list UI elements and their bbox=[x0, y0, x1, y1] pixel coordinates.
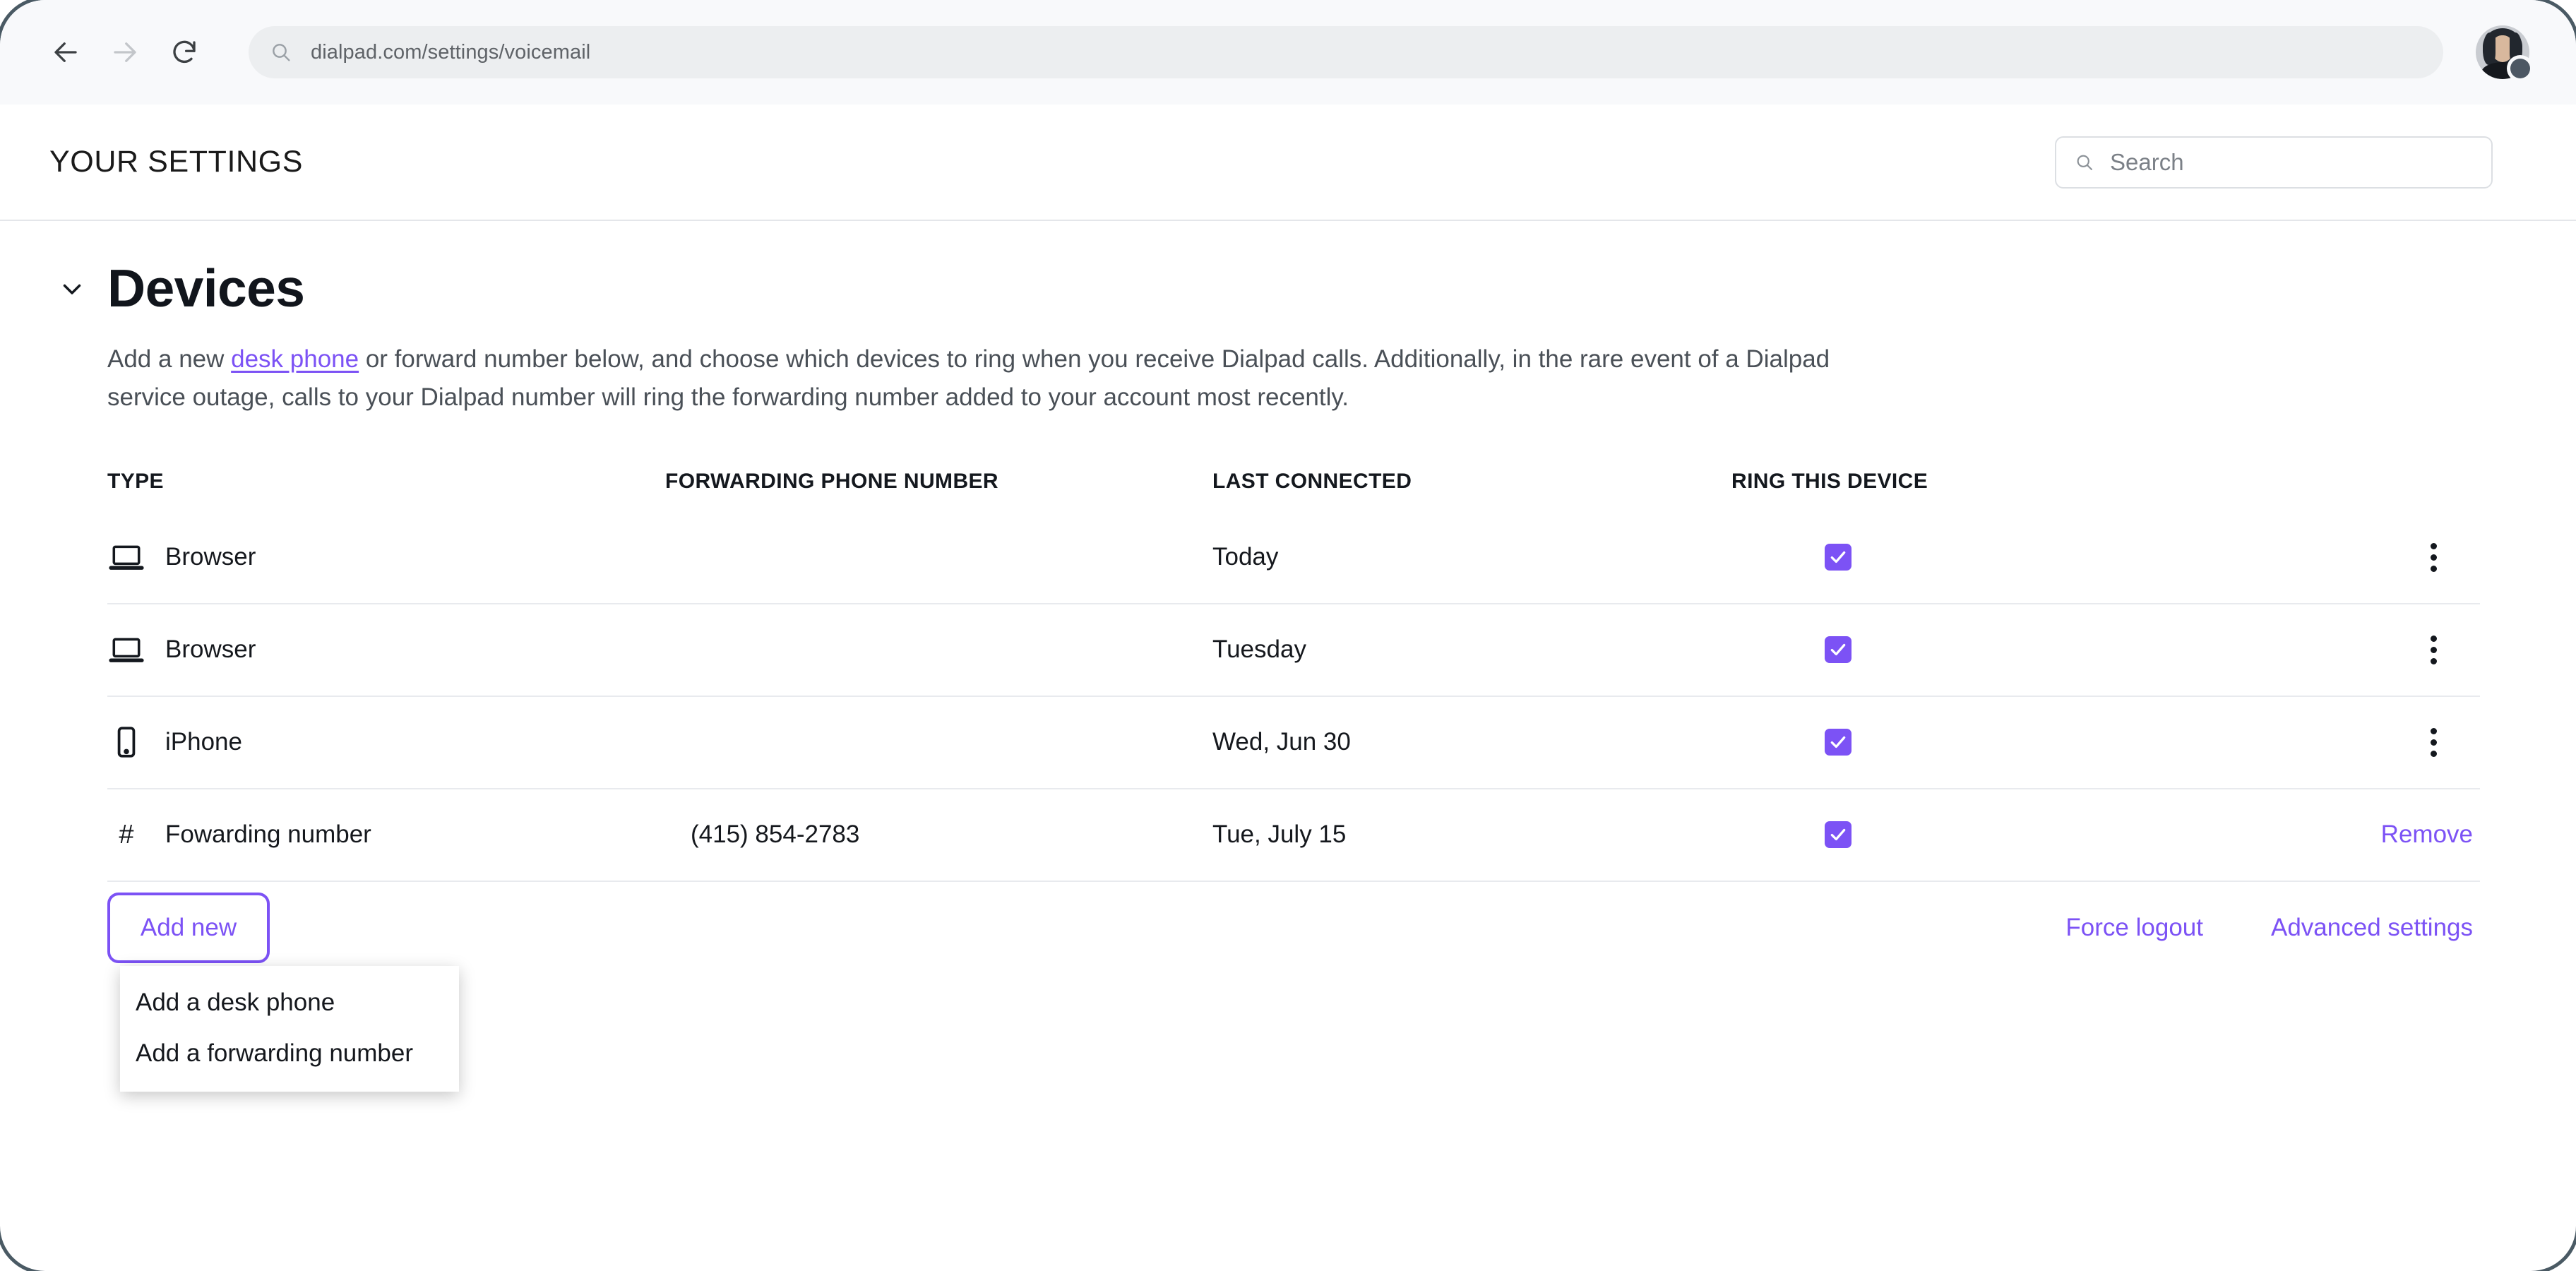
menu-item-add-desk-phone[interactable]: Add a desk phone bbox=[120, 977, 459, 1028]
devices-table: TYPE FORWARDING PHONE NUMBER LAST CONNEC… bbox=[107, 451, 2480, 882]
add-new-button[interactable]: Add new bbox=[107, 892, 270, 963]
cell-actions bbox=[2268, 722, 2480, 762]
browser-window: dialpad.com/settings/voicemail YOUR SETT… bbox=[0, 0, 2576, 1271]
row-menu-icon[interactable] bbox=[2414, 630, 2453, 669]
desk-phone-link[interactable]: desk phone bbox=[231, 345, 359, 373]
cell-ring-this-device bbox=[1731, 729, 2268, 756]
reload-icon bbox=[169, 37, 199, 67]
cell-ring-this-device bbox=[1731, 544, 2268, 571]
search-input[interactable]: Search bbox=[2055, 136, 2493, 189]
cell-ring-this-device bbox=[1731, 821, 2268, 848]
cell-actions: Remove bbox=[2268, 821, 2480, 849]
advanced-settings-link[interactable]: Advanced settings bbox=[2271, 914, 2473, 942]
arrow-right-icon bbox=[110, 37, 140, 67]
cell-last-connected: Tuesday bbox=[1212, 636, 1731, 664]
column-header-ring-this-device: RING THIS DEVICE bbox=[1731, 469, 1928, 493]
section-title: Devices bbox=[107, 258, 305, 318]
ring-device-checkbox[interactable] bbox=[1825, 636, 1852, 663]
cell-forwarding-number bbox=[665, 636, 1212, 664]
cell-last-connected: Tue, July 15 bbox=[1212, 821, 1731, 849]
url-bar[interactable]: dialpad.com/settings/voicemail bbox=[249, 26, 2443, 78]
device-type-label: Fowarding number bbox=[165, 821, 371, 848]
cell-type: Browser bbox=[107, 631, 665, 669]
remove-button[interactable]: Remove bbox=[2381, 821, 2473, 849]
laptop-icon bbox=[107, 538, 145, 576]
cell-forwarding-number: (415) 854-2783 bbox=[665, 821, 1212, 849]
url-text: dialpad.com/settings/voicemail bbox=[311, 40, 591, 64]
reload-button[interactable] bbox=[164, 32, 205, 73]
row-menu-icon[interactable] bbox=[2414, 722, 2453, 762]
ring-device-checkbox[interactable] bbox=[1825, 821, 1852, 848]
cell-type: Browser bbox=[107, 538, 665, 576]
forwarding-number-value bbox=[665, 636, 691, 663]
column-header-type: TYPE bbox=[107, 469, 164, 493]
laptop-icon bbox=[107, 631, 145, 669]
cell-last-connected: Wed, Jun 30 bbox=[1212, 728, 1731, 756]
cell-forwarding-number bbox=[665, 728, 1212, 756]
table-row: # Fowarding number (415) 854-2783 Tue, J… bbox=[107, 789, 2480, 882]
chevron-down-icon[interactable] bbox=[56, 273, 88, 304]
forwarding-number-value bbox=[665, 543, 691, 571]
hash-icon: # bbox=[119, 819, 134, 849]
cell-last-connected: Today bbox=[1212, 543, 1731, 571]
last-connected-value: Tue, July 15 bbox=[1212, 821, 1347, 848]
table-row: iPhone Wed, Jun 30 bbox=[107, 697, 2480, 789]
add-new-wrapper: Add new Add a desk phone Add a forwardin… bbox=[107, 892, 459, 1092]
devices-section-header: Devices bbox=[49, 262, 2493, 315]
cell-ring-this-device bbox=[1731, 636, 2268, 663]
force-logout-link[interactable]: Force logout bbox=[2065, 914, 2203, 942]
browser-nav-buttons bbox=[45, 32, 205, 73]
cell-type: iPhone bbox=[107, 723, 665, 761]
page-title: YOUR SETTINGS bbox=[49, 145, 304, 179]
forward-button[interactable] bbox=[105, 32, 145, 73]
browser-toolbar: dialpad.com/settings/voicemail bbox=[0, 0, 2576, 105]
last-connected-value: Wed, Jun 30 bbox=[1212, 728, 1351, 756]
ring-device-checkbox[interactable] bbox=[1825, 729, 1852, 756]
device-type-label: Browser bbox=[165, 543, 256, 571]
table-row: Browser Today bbox=[107, 512, 2480, 604]
table-footer-actions: Add new Add a desk phone Add a forwardin… bbox=[107, 882, 2480, 1092]
mobile-phone-icon bbox=[107, 723, 145, 761]
table-row: Browser Tuesday bbox=[107, 604, 2480, 697]
table-header-row: TYPE FORWARDING PHONE NUMBER LAST CONNEC… bbox=[107, 451, 2480, 512]
forwarding-number-value bbox=[665, 728, 691, 756]
device-type-label: iPhone bbox=[165, 728, 242, 756]
section-description: Add a new desk phone or forward number b… bbox=[107, 340, 1887, 417]
search-icon bbox=[270, 41, 292, 64]
cell-type: # Fowarding number bbox=[107, 820, 665, 850]
description-text-1: Add a new bbox=[107, 345, 232, 373]
cell-forwarding-number bbox=[665, 543, 1212, 571]
description-text-2: or forward number below, and choose whic… bbox=[107, 345, 1830, 412]
device-type-label: Browser bbox=[165, 636, 256, 663]
app-header: YOUR SETTINGS Search bbox=[0, 105, 2576, 221]
row-menu-icon[interactable] bbox=[2414, 537, 2453, 577]
status-badge bbox=[2507, 55, 2534, 82]
main-content: Devices Add a new desk phone or forward … bbox=[0, 221, 2576, 1092]
avatar[interactable] bbox=[2476, 25, 2534, 82]
search-icon bbox=[2075, 153, 2094, 172]
cell-actions bbox=[2268, 537, 2480, 577]
forwarding-number-value: (415) 854-2783 bbox=[691, 821, 860, 848]
arrow-left-icon bbox=[51, 37, 80, 67]
search-placeholder: Search bbox=[2110, 148, 2184, 175]
menu-item-add-forwarding-number[interactable]: Add a forwarding number bbox=[120, 1028, 459, 1079]
cell-actions bbox=[2268, 630, 2480, 669]
column-header-forwarding: FORWARDING PHONE NUMBER bbox=[665, 469, 998, 493]
last-connected-value: Tuesday bbox=[1212, 636, 1306, 663]
last-connected-value: Today bbox=[1212, 543, 1279, 571]
add-new-dropdown-menu: Add a desk phone Add a forwarding number bbox=[120, 965, 459, 1092]
back-button[interactable] bbox=[45, 32, 86, 73]
ring-device-checkbox[interactable] bbox=[1825, 544, 1852, 571]
column-header-last-connected: LAST CONNECTED bbox=[1212, 469, 1412, 493]
